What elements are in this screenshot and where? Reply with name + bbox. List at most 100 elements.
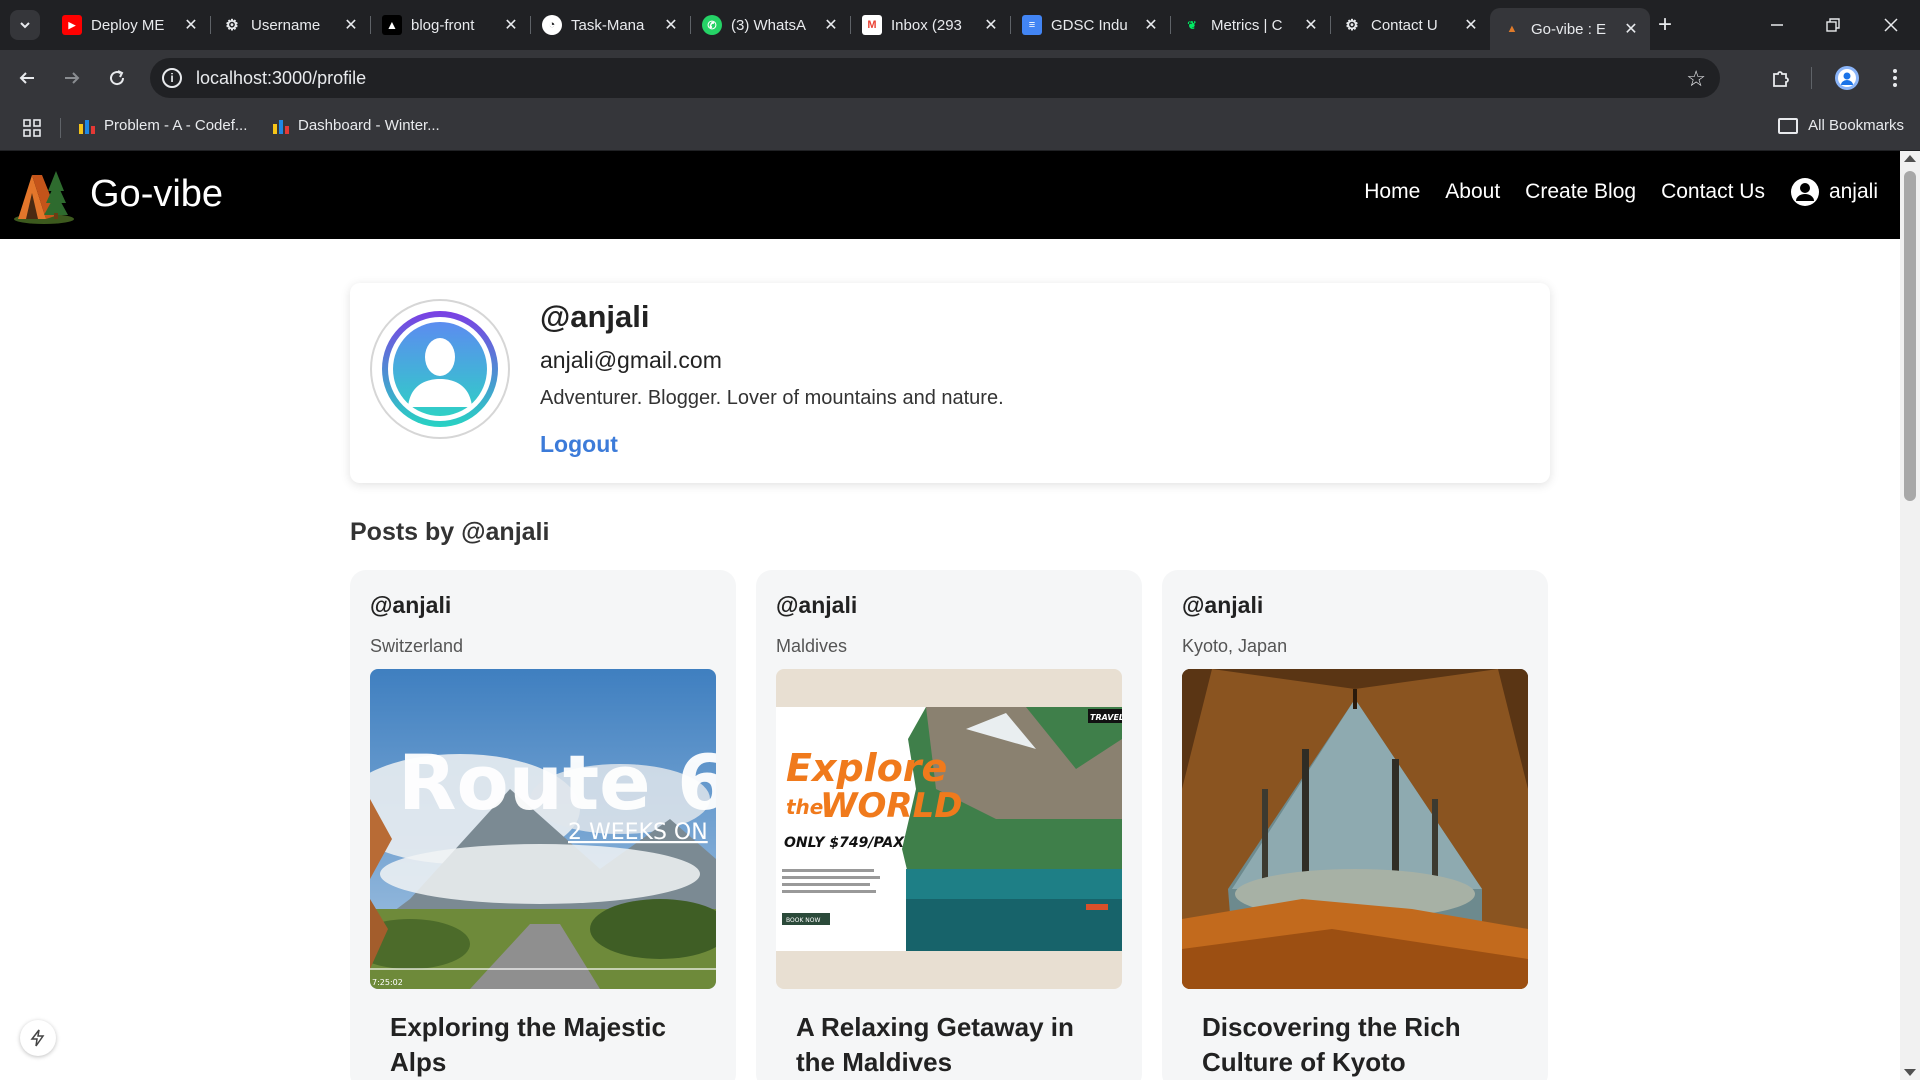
tent-logo-icon[interactable] bbox=[12, 165, 76, 225]
tab-title: Task-Mana bbox=[571, 16, 645, 34]
close-tab-icon[interactable]: ✕ bbox=[1462, 16, 1480, 34]
post-author: @anjali bbox=[1182, 592, 1264, 618]
close-tab-icon[interactable]: ✕ bbox=[342, 16, 360, 34]
tab-4[interactable]: ✆ (3) WhatsA ✕ bbox=[690, 8, 850, 42]
tab-0[interactable]: ▶ Deploy ME ✕ bbox=[50, 8, 210, 42]
close-tab-icon[interactable]: ✕ bbox=[662, 16, 680, 34]
extensions-button[interactable] bbox=[1766, 63, 1796, 93]
profile-button[interactable] bbox=[1832, 63, 1862, 93]
image-headline: Explore bbox=[786, 746, 947, 790]
post-card[interactable]: @anjali Maldives TRAVEL Explore the WORL… bbox=[756, 570, 1142, 1080]
gmail-icon: M bbox=[862, 15, 882, 35]
profile-card: @anjali anjali@gmail.com Adventurer. Blo… bbox=[350, 283, 1550, 483]
nav-about-link[interactable]: About bbox=[1445, 180, 1500, 204]
tent-icon: ▲ bbox=[1506, 23, 1518, 35]
page-scrollbar[interactable] bbox=[1900, 151, 1920, 1080]
image-price: ONLY $749/PAX bbox=[784, 835, 905, 851]
tab-5[interactable]: M Inbox (293 ✕ bbox=[850, 8, 1010, 42]
tab-title: Contact U bbox=[1371, 16, 1438, 34]
nav-username: anjali bbox=[1828, 180, 1878, 203]
close-tab-icon[interactable]: ✕ bbox=[822, 16, 840, 34]
image-headline-3: WORLD bbox=[820, 786, 962, 826]
user-circle-icon bbox=[1790, 178, 1819, 206]
bookmark-star-icon[interactable]: ☆ bbox=[1686, 66, 1706, 92]
tab-3[interactable]: ◔ Task-Mana ✕ bbox=[530, 8, 690, 42]
tent-view-image bbox=[1182, 669, 1528, 989]
site-info-icon[interactable]: i bbox=[162, 68, 182, 88]
close-icon bbox=[1884, 18, 1898, 32]
tab-8[interactable]: ⚙ Contact U ✕ bbox=[1330, 8, 1490, 42]
image-headline-2: the bbox=[786, 795, 823, 819]
scroll-down-arrow-icon[interactable] bbox=[1904, 1069, 1916, 1076]
address-bar[interactable]: i localhost:3000/profile ☆ bbox=[150, 58, 1720, 98]
post-author: @anjali bbox=[776, 592, 858, 618]
arrow-left-icon bbox=[19, 72, 34, 84]
tab-9[interactable]: ▲ Go-vibe : E ✕ bbox=[1490, 8, 1650, 50]
minimize-button[interactable] bbox=[1762, 10, 1792, 40]
post-card[interactable]: @anjali Switzerland Route 6 2 WEEKS ON 7… bbox=[350, 570, 736, 1080]
tab-title: blog-front bbox=[411, 16, 475, 34]
post-image[interactable] bbox=[1182, 669, 1528, 989]
forward-button[interactable] bbox=[57, 63, 87, 93]
image-tag: TRAVEL bbox=[1090, 713, 1122, 722]
nav-create-blog-link[interactable]: Create Blog bbox=[1525, 180, 1636, 204]
scrollbar-thumb[interactable] bbox=[1904, 171, 1916, 501]
tab-title: GDSC Indu bbox=[1051, 16, 1128, 34]
profile-email: anjali@gmail.com bbox=[540, 347, 722, 373]
close-tab-icon[interactable]: ✕ bbox=[982, 16, 1000, 34]
bookmarks-bar: Problem - A - Codef... Dashboard - Winte… bbox=[0, 106, 1920, 151]
post-location: Switzerland bbox=[370, 636, 464, 656]
nav-home-link[interactable]: Home bbox=[1364, 180, 1420, 204]
restore-button[interactable] bbox=[1818, 10, 1848, 40]
logout-button[interactable]: Logout bbox=[540, 431, 618, 458]
tab-search-button[interactable] bbox=[10, 10, 40, 40]
tab-title: Metrics | C bbox=[1211, 16, 1283, 34]
close-tab-icon[interactable]: ✕ bbox=[502, 16, 520, 34]
url-text[interactable]: localhost:3000/profile bbox=[196, 68, 366, 89]
all-bookmarks-button[interactable]: All Bookmarks bbox=[1778, 117, 1904, 134]
brand-name[interactable]: Go-vibe bbox=[90, 173, 223, 216]
site-navbar: Go-vibe Home About Create Blog Contact U… bbox=[0, 151, 1900, 239]
close-tab-icon[interactable]: ✕ bbox=[1302, 16, 1320, 34]
bookmark-label: Problem - A - Codef... bbox=[104, 117, 248, 134]
image-subtitle: 2 WEEKS ON bbox=[568, 820, 708, 845]
whatsapp-icon: ✆ bbox=[702, 15, 722, 35]
bookmark-codeforces[interactable]: Problem - A - Codef... bbox=[78, 117, 247, 134]
tab-title: Deploy ME bbox=[91, 16, 165, 34]
tab-7[interactable]: ❦ Metrics | C ✕ bbox=[1170, 8, 1330, 42]
post-image[interactable]: Route 6 2 WEEKS ON 7:25:02 bbox=[370, 669, 716, 989]
new-tab-button[interactable]: + bbox=[1652, 11, 1678, 38]
post-card[interactable]: @anjali Kyoto, Japan Discovering the Ric… bbox=[1162, 570, 1548, 1080]
youtube-icon: ▶ bbox=[62, 15, 82, 35]
restore-icon bbox=[1826, 18, 1840, 32]
reload-button[interactable] bbox=[102, 63, 132, 93]
arrow-right-icon bbox=[65, 72, 80, 84]
nav-contact-link[interactable]: Contact Us bbox=[1661, 180, 1765, 204]
post-title[interactable]: Discovering the Rich Culture of Kyoto bbox=[1202, 1010, 1512, 1080]
scroll-up-arrow-icon[interactable] bbox=[1904, 155, 1916, 162]
tab-title: Inbox (293 bbox=[891, 16, 962, 34]
post-location: Maldives bbox=[776, 636, 848, 656]
profile-handle: @anjali bbox=[540, 299, 650, 334]
close-tab-icon[interactable]: ✕ bbox=[1142, 16, 1160, 34]
lightning-icon bbox=[30, 1029, 45, 1047]
user-silhouette-icon bbox=[382, 311, 498, 427]
close-window-button[interactable] bbox=[1876, 10, 1906, 40]
devtools-corner-button[interactable] bbox=[20, 1020, 56, 1056]
close-tab-icon[interactable]: ✕ bbox=[182, 16, 200, 34]
browser-menu-button[interactable] bbox=[1880, 63, 1910, 93]
openai-icon: ⚙ bbox=[222, 15, 242, 35]
close-tab-icon[interactable]: ✕ bbox=[1622, 20, 1640, 38]
back-button[interactable] bbox=[12, 63, 42, 93]
apps-grid-icon[interactable] bbox=[22, 118, 42, 138]
minimize-icon bbox=[1771, 24, 1783, 26]
tab-2[interactable]: ▲ blog-front ✕ bbox=[370, 8, 530, 42]
bookmark-dashboard[interactable]: Dashboard - Winter... bbox=[272, 117, 440, 134]
tab-1[interactable]: ⚙ Username ✕ bbox=[210, 8, 370, 42]
bookmarks-divider bbox=[60, 118, 61, 138]
post-image[interactable]: TRAVEL Explore the WORLD ONLY $749/PAX B… bbox=[776, 669, 1122, 989]
tab-6[interactable]: ≡ GDSC Indu ✕ bbox=[1010, 8, 1170, 42]
post-title[interactable]: Exploring the Majestic Alps bbox=[390, 1010, 700, 1080]
nav-user-menu[interactable]: anjali bbox=[1790, 177, 1878, 207]
post-title[interactable]: A Relaxing Getaway in the Maldives bbox=[796, 1010, 1106, 1080]
